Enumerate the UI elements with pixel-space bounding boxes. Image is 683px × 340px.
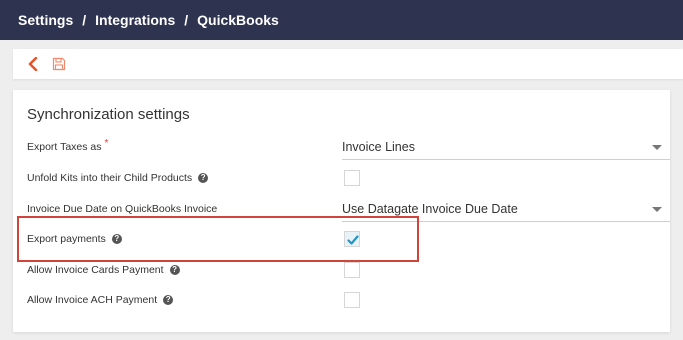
breadcrumb-integrations[interactable]: Integrations [95, 12, 175, 28]
allow-ach-payment-checkbox[interactable] [344, 292, 360, 308]
unfold-kits-checkbox[interactable] [344, 170, 360, 186]
invoice-due-date-select[interactable]: Use Datagate Invoice Due Date [342, 196, 670, 222]
chevron-left-icon [28, 57, 38, 71]
checkmark-icon [347, 235, 359, 245]
select-value: Use Datagate Invoice Due Date [342, 201, 518, 216]
help-icon[interactable]: ? [163, 295, 174, 305]
save-icon [52, 57, 66, 71]
allow-ach-payment-label: Allow Invoice ACH Payment [27, 294, 158, 306]
allow-cards-payment-label: Allow Invoice Cards Payment [27, 264, 164, 276]
unfold-kits-label: Unfold Kits into their Child Products [27, 172, 193, 184]
row-allow-ach-payment: Allow Invoice ACH Payment ? [27, 285, 657, 315]
row-label: Export Taxes as * [27, 132, 108, 162]
breadcrumb-separator: / [82, 12, 87, 28]
back-button[interactable] [23, 54, 43, 74]
required-marker: * [104, 137, 109, 149]
caret-down-icon [652, 207, 662, 212]
row-invoice-due-date: Invoice Due Date on QuickBooks Invoice U… [27, 194, 670, 224]
caret-down-icon [652, 145, 662, 150]
help-icon[interactable]: ? [198, 173, 209, 183]
export-payments-checkbox[interactable] [344, 231, 360, 247]
export-taxes-label: Export Taxes as [27, 141, 102, 153]
export-taxes-select[interactable]: Invoice Lines [342, 134, 670, 160]
row-export-taxes: Export Taxes as * Invoice Lines [27, 132, 670, 162]
export-payments-label: Export payments [27, 233, 106, 245]
toolbar [13, 49, 683, 79]
allow-cards-payment-checkbox[interactable] [344, 262, 360, 278]
row-label: Export payments ? [27, 224, 122, 254]
row-allow-cards-payment: Allow Invoice Cards Payment ? [27, 255, 657, 285]
top-header: Settings / Integrations / QuickBooks [0, 0, 683, 40]
save-button[interactable] [49, 54, 69, 74]
help-icon[interactable]: ? [111, 234, 122, 244]
row-label: Allow Invoice Cards Payment ? [27, 255, 180, 285]
breadcrumb-separator: / [184, 12, 189, 28]
help-icon[interactable]: ? [169, 265, 180, 275]
row-export-payments: Export payments ? [27, 224, 657, 254]
synchronization-settings-card: Synchronization settings Export Taxes as… [13, 90, 670, 332]
invoice-due-date-label: Invoice Due Date on QuickBooks Invoice [27, 203, 218, 215]
select-value: Invoice Lines [342, 139, 415, 154]
row-label: Allow Invoice ACH Payment ? [27, 285, 174, 315]
row-unfold-kits: Unfold Kits into their Child Products ? [27, 163, 657, 193]
breadcrumb-settings[interactable]: Settings [18, 12, 73, 28]
section-title: Synchronization settings [27, 106, 190, 123]
row-label: Unfold Kits into their Child Products ? [27, 163, 209, 193]
breadcrumb-quickbooks: QuickBooks [197, 12, 279, 28]
row-label: Invoice Due Date on QuickBooks Invoice [27, 194, 217, 224]
